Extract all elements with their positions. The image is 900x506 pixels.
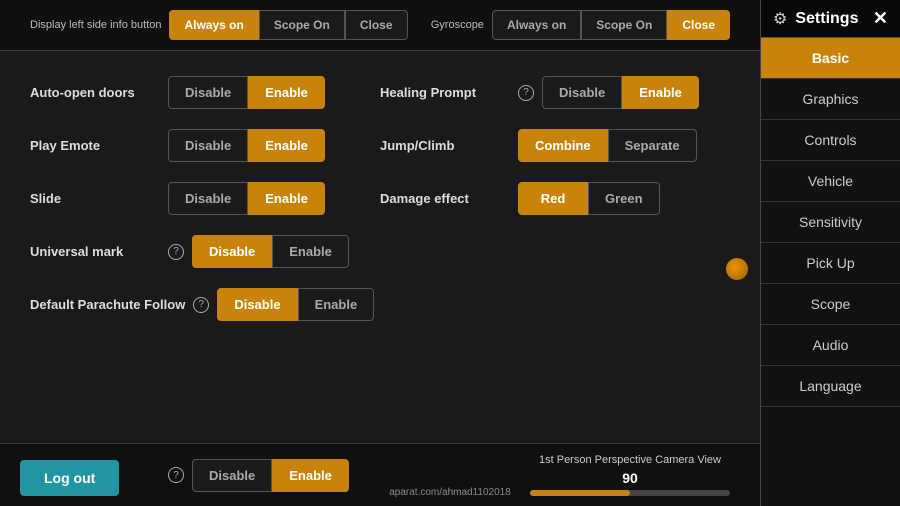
settings-nav: Basic Graphics Controls Vehicle Sensitiv…	[761, 38, 900, 506]
left-display-label: Display left side info button	[30, 19, 161, 31]
healing-prompt-help-icon[interactable]: ?	[518, 85, 534, 101]
display-row: Display left side info button Always on …	[0, 0, 760, 51]
option-row-auto-open-doors: Auto-open doors Disable Enable	[30, 66, 380, 119]
fpp-swap-enable-btn[interactable]: Enable	[272, 459, 349, 492]
left-display-section: Display left side info button Always on …	[30, 10, 408, 40]
play-emote-enable-btn[interactable]: Enable	[248, 129, 325, 162]
play-emote-buttons: Disable Enable	[168, 129, 325, 162]
nav-item-audio[interactable]: Audio	[761, 325, 900, 366]
nav-item-pickup[interactable]: Pick Up	[761, 243, 900, 284]
camera-section: 1st Person Perspective Camera View 90	[530, 454, 730, 496]
auto-open-doors-enable-btn[interactable]: Enable	[248, 76, 325, 109]
right-display-buttons: Always on Scope On Close	[492, 10, 730, 40]
left-display-buttons: Always on Scope On Close	[169, 10, 407, 40]
option-row-healing-prompt: Healing Prompt ? Disable Enable	[380, 66, 730, 119]
camera-view-value: 90	[622, 470, 638, 486]
fpp-swap-disable-btn[interactable]: Disable	[192, 459, 272, 492]
right-scope-on-btn[interactable]: Scope On	[581, 10, 667, 40]
option-row-jump-climb: Jump/Climb Combine Separate	[380, 119, 730, 172]
healing-prompt-enable-btn[interactable]: Enable	[622, 76, 699, 109]
auto-open-doors-disable-btn[interactable]: Disable	[168, 76, 248, 109]
healing-prompt-disable-btn[interactable]: Disable	[542, 76, 622, 109]
camera-slider-fill	[530, 490, 630, 496]
gear-icon: ⚙	[773, 9, 787, 29]
slide-enable-btn[interactable]: Enable	[248, 182, 325, 215]
settings-content: Display left side info button Always on …	[0, 0, 760, 506]
auto-open-doors-label: Auto-open doors	[30, 85, 160, 101]
right-close-btn[interactable]: Close	[667, 10, 730, 40]
empty-slot-5	[380, 278, 730, 331]
damage-effect-green-btn[interactable]: Green	[588, 182, 660, 215]
option-row-play-emote: Play Emote Disable Enable	[30, 119, 380, 172]
settings-title: Settings	[795, 10, 858, 28]
left-scope-on-btn[interactable]: Scope On	[259, 10, 345, 40]
damage-effect-buttons: Red Green	[518, 182, 660, 215]
jump-climb-combine-btn[interactable]: Combine	[518, 129, 608, 162]
settings-panel: ⚙ Settings ✕ Basic Graphics Controls Veh…	[760, 0, 900, 506]
left-close-btn[interactable]: Close	[345, 10, 408, 40]
universal-mark-help-icon[interactable]: ?	[168, 244, 184, 260]
default-parachute-enable-btn[interactable]: Enable	[298, 288, 375, 321]
nav-item-vehicle[interactable]: Vehicle	[761, 161, 900, 202]
fpp-swap-help-icon[interactable]: ?	[168, 467, 184, 483]
left-always-on-btn[interactable]: Always on	[169, 10, 258, 40]
empty-slot-4	[380, 225, 730, 278]
jump-climb-label: Jump/Climb	[380, 138, 510, 154]
close-icon[interactable]: ✕	[873, 8, 888, 29]
universal-mark-enable-btn[interactable]: Enable	[272, 235, 349, 268]
option-row-default-parachute-follow: Default Parachute Follow ? Disable Enabl…	[30, 278, 380, 331]
logout-button[interactable]: Log out	[20, 460, 119, 496]
auto-open-doors-buttons: Disable Enable	[168, 76, 325, 109]
nav-item-controls[interactable]: Controls	[761, 120, 900, 161]
option-row-damage-effect: Damage effect Red Green	[380, 172, 730, 225]
nav-item-basic[interactable]: Basic	[761, 38, 900, 79]
damage-effect-label: Damage effect	[380, 191, 510, 207]
jump-climb-separate-btn[interactable]: Separate	[608, 129, 697, 162]
universal-mark-disable-btn[interactable]: Disable	[192, 235, 272, 268]
slide-label: Slide	[30, 191, 160, 207]
default-parachute-follow-help-icon[interactable]: ?	[193, 297, 209, 313]
settings-header: ⚙ Settings ✕	[761, 0, 900, 38]
universal-mark-label: Universal mark	[30, 244, 160, 260]
default-parachute-follow-buttons: Disable Enable	[217, 288, 374, 321]
right-display-label: Gyroscope	[431, 19, 484, 31]
universal-mark-buttons: Disable Enable	[192, 235, 349, 268]
camera-view-label: 1st Person Perspective Camera View	[539, 454, 721, 466]
option-row-slide: Slide Disable Enable	[30, 172, 380, 225]
nav-item-sensitivity[interactable]: Sensitivity	[761, 202, 900, 243]
slide-disable-btn[interactable]: Disable	[168, 182, 248, 215]
default-parachute-follow-label: Default Parachute Follow	[30, 297, 185, 313]
right-always-on-btn[interactable]: Always on	[492, 10, 581, 40]
option-row-universal-mark: Universal mark ? Disable Enable	[30, 225, 380, 278]
play-emote-disable-btn[interactable]: Disable	[168, 129, 248, 162]
damage-effect-red-btn[interactable]: Red	[518, 182, 588, 215]
default-parachute-disable-btn[interactable]: Disable	[217, 288, 297, 321]
jump-climb-buttons: Combine Separate	[518, 129, 697, 162]
camera-view-slider[interactable]	[530, 490, 730, 496]
nav-item-language[interactable]: Language	[761, 366, 900, 407]
nav-item-graphics[interactable]: Graphics	[761, 79, 900, 120]
slide-buttons: Disable Enable	[168, 182, 325, 215]
options-grid: Auto-open doors Disable Enable Healing P…	[0, 51, 760, 443]
play-emote-label: Play Emote	[30, 138, 160, 154]
healing-prompt-label: Healing Prompt	[380, 85, 510, 101]
right-display-section: Gyroscope Always on Scope On Close	[431, 10, 730, 40]
healing-prompt-buttons: Disable Enable	[542, 76, 699, 109]
fpp-swap-buttons: Disable Enable	[192, 459, 349, 492]
watermark: aparat.com/ahmad1102018	[389, 487, 511, 498]
nav-item-scope[interactable]: Scope	[761, 284, 900, 325]
